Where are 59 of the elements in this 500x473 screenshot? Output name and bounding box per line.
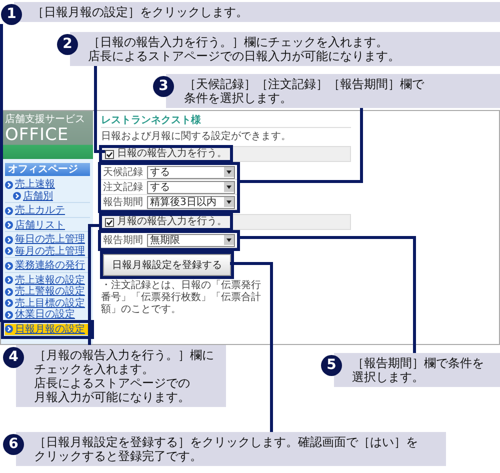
callout-text: ［天候記録］［注文記録］［報告期間］欄で (184, 77, 426, 91)
field-label: 注文記録 (103, 180, 143, 194)
dropdown[interactable]: 精算後3日以内 (147, 196, 235, 208)
callout-text: ［報告期間］欄で条件を (352, 356, 485, 370)
chevron-icon (5, 288, 13, 296)
chevron-icon (5, 276, 13, 284)
callout-text: 店長によるストアページでの日報入力が可能になります。 (88, 49, 401, 63)
nav-link[interactable]: 売上カルテ (5, 205, 65, 216)
callout-text: チェックを入れます。 (34, 362, 155, 376)
nav-link[interactable]: 毎日の売上管理 (5, 234, 85, 246)
step-number: 4 (3, 347, 24, 368)
chevron-icon (5, 325, 13, 334)
register-button[interactable]: 日報月報設定を登録する (103, 254, 231, 276)
chevron-icon (5, 221, 13, 230)
chevron-icon (5, 299, 13, 308)
callout-text: 店長によるストアページでの (34, 376, 191, 390)
dropdown[interactable]: する (147, 180, 235, 194)
nav-link[interactable]: 店舗リスト (5, 220, 65, 231)
chevron-icon (5, 262, 13, 270)
page-description: 日報および月報に関する設定ができます。 (101, 131, 292, 143)
chevron-icon (5, 247, 13, 256)
step-number: 5 (321, 355, 342, 376)
nav-link[interactable]: 店舗別 (13, 190, 53, 202)
footnote: ・注文記録とは、日報の「伝票発行番号」「伝票発行枚数」「伝票合計額」のことです。 (101, 280, 262, 316)
nav-link[interactable]: 業務連絡の発行 (5, 260, 85, 272)
callout-text: ［月報の報告入力を行う。］欄に (34, 348, 215, 362)
callout-text: ［日報の報告入力を行う。］欄にチェックを入れます。 (88, 35, 389, 49)
step-number: 2 (57, 34, 78, 55)
dropdown[interactable]: 無期限 (147, 234, 235, 246)
chevron-icon (5, 310, 13, 319)
nav-link[interactable]: 売上目標の設定 (5, 298, 85, 309)
callout-text: 月報入力が可能になります。 (34, 390, 191, 404)
callout-text: ［日報月報設定を登録する］をクリックします。確認画面で［はい］を (34, 435, 419, 449)
service-name: 店舗支援サービス (5, 114, 86, 126)
nav-link[interactable]: 売上速報 (5, 179, 55, 190)
callout-text: 選択します。 (352, 370, 425, 384)
field-label: 報告期間 (103, 234, 143, 247)
callout-text: 条件を選択します。 (184, 91, 293, 105)
chevron-icon (13, 192, 21, 200)
logo-text: OFFICE (5, 126, 70, 144)
step-number: 3 (153, 76, 174, 97)
checkbox-icon (105, 150, 114, 158)
nav-header: オフィスページ (5, 163, 90, 176)
chevron-icon (5, 180, 13, 189)
step-number: 6 (3, 434, 24, 455)
chevron-icon (5, 236, 13, 244)
nav-link[interactable]: 毎月の売上管理 (5, 246, 85, 257)
nav-link[interactable]: 売上警報の設定 (5, 286, 85, 298)
page-tab-title: レストランネクスト様 (101, 115, 351, 128)
dropdown[interactable]: する (147, 166, 235, 178)
step-number: 1 (1, 4, 22, 25)
field-label: 天候記録 (103, 166, 143, 179)
checkbox-icon (105, 218, 114, 226)
callout-text: ［日報月報の設定］をクリックします。 (32, 5, 249, 19)
callout-text: クリックすると登録完了です。 (34, 449, 203, 463)
field-label: 報告期間 (103, 196, 143, 209)
chevron-icon (5, 206, 13, 215)
nav-link[interactable]: 休業日の設定 (5, 309, 75, 320)
nav-link[interactable]: 売上速報の設定 (5, 274, 85, 286)
